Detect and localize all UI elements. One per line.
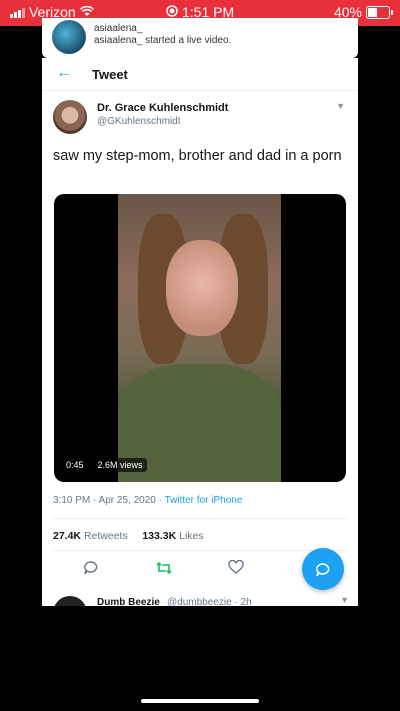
likes-label[interactable]: Likes (179, 530, 204, 542)
next-tweet-handle: @dumbbeezie · 2h (167, 597, 252, 606)
live-message: asiaalena_ started a live video. (94, 35, 232, 46)
chevron-down-icon[interactable]: ▼ (340, 595, 349, 605)
author-name[interactable]: Dr. Grace Kuhlenschmidt (97, 102, 228, 114)
chevron-down-icon[interactable]: ▼ (336, 101, 345, 111)
live-user-avatar (52, 20, 86, 54)
retweets-count[interactable]: 27.4K (53, 530, 81, 542)
next-tweet-author[interactable]: Dumb Beezie (97, 597, 160, 606)
live-username: asiaalena_ (94, 23, 143, 34)
compose-button[interactable] (302, 548, 344, 590)
divider (53, 518, 347, 519)
tweet-video[interactable]: 0:45 2.6M views (54, 194, 346, 482)
tweet-nav-bar: ← Tweet (42, 58, 358, 91)
next-tweet-avatar[interactable] (53, 596, 87, 606)
likes-count[interactable]: 133.3K (142, 530, 176, 542)
video-meta: 0:45 2.6M views (62, 458, 147, 472)
arrow-left-icon[interactable]: ← (56, 64, 72, 82)
tweet-card: ← Tweet Dr. Grace Kuhlenschmidt @GKuhlen… (42, 58, 358, 606)
battery-icon (366, 5, 393, 19)
author-handle[interactable]: @GKuhlenschmidt (97, 116, 181, 127)
live-video-notification[interactable]: asiaalena_ asiaalena_ started a live vid… (42, 18, 358, 58)
retweet-icon[interactable] (155, 560, 173, 580)
author-avatar[interactable] (53, 100, 87, 134)
tweet-text: saw my step-mom, brother and dad in a po… (53, 148, 342, 164)
nav-title: Tweet (92, 67, 128, 82)
source-link[interactable]: Twitter for iPhone (165, 495, 243, 506)
divider (53, 550, 347, 551)
heart-icon[interactable] (228, 559, 244, 579)
timestamp-label: 3:10 PM · Apr 25, 2020 · (53, 495, 165, 506)
retweets-label[interactable]: Retweets (84, 530, 128, 542)
next-tweet[interactable]: Dumb Beezie @dumbbeezie · 2h ▼ (53, 594, 353, 606)
tweet-stats: 27.4K Retweets 133.3K Likes (53, 530, 204, 542)
compose-icon (315, 559, 331, 578)
tweet-timestamp: 3:10 PM · Apr 25, 2020 · Twitter for iPh… (53, 495, 242, 506)
video-frame (118, 194, 281, 482)
video-subject (166, 240, 238, 336)
video-views: 2.6M views (93, 458, 147, 472)
tweet-author[interactable]: Dr. Grace Kuhlenschmidt @GKuhlenschmidt … (42, 91, 358, 141)
video-duration: 0:45 (62, 458, 88, 472)
signal-icon (10, 7, 25, 18)
home-indicator[interactable] (141, 699, 259, 703)
reply-icon[interactable] (83, 560, 99, 580)
